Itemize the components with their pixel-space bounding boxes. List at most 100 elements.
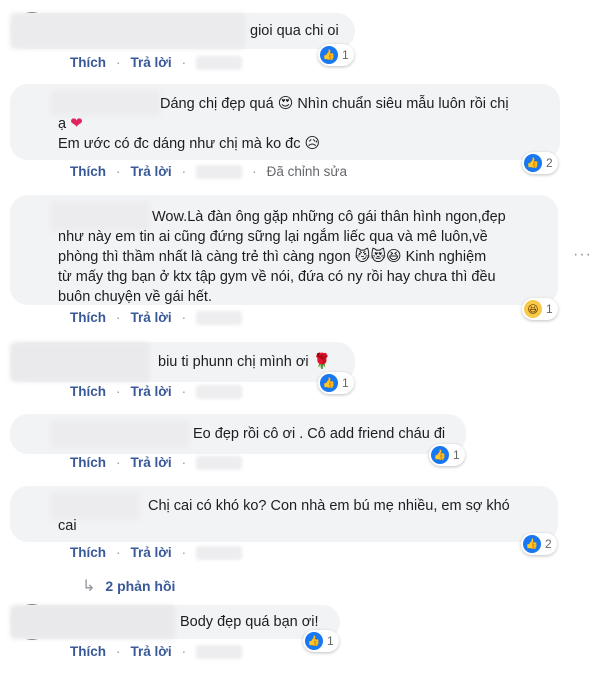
reply-link[interactable]: Trả lời — [131, 455, 172, 470]
comment-text: biu ti phunn chị mình ơi 🌹 — [158, 352, 331, 372]
like-link[interactable]: Thích — [70, 384, 106, 399]
comment-text: phòng thì thầm nhất là càng trẻ thì càng… — [58, 247, 486, 267]
reaction-count: 1 — [453, 448, 460, 462]
reply-link[interactable]: Trả lời — [131, 164, 172, 179]
redacted-name — [50, 90, 160, 116]
redacted-timestamp[interactable] — [196, 310, 243, 325]
comment-text: Body đẹp quá bạn ơi! — [180, 614, 319, 630]
reaction-summary[interactable]: 👍 2 — [521, 533, 557, 555]
comment-bubble: Chị cai có khó ko? Con nhà em bú mẹ nhiề… — [10, 486, 558, 542]
reaction-summary[interactable]: 👍 2 — [522, 152, 558, 174]
separator: · — [116, 164, 121, 179]
reply-link[interactable]: Trả lời — [131, 310, 172, 325]
comment-text: Wow.Là đàn ông gặp những cô gái thân hìn… — [152, 209, 506, 225]
reaction-count: 1 — [546, 302, 553, 316]
separator: · — [181, 644, 187, 659]
laughing-emoji: 😆 — [385, 248, 402, 265]
comment-text-part: biu ti phunn chị mình ơi — [158, 354, 309, 370]
separator: · — [252, 164, 257, 179]
separator: · — [116, 455, 121, 470]
reply-link[interactable]: Trả lời — [131, 545, 172, 560]
reply-link[interactable]: Trả lời — [131, 644, 172, 659]
comment-text-part: Nhìn chuẩn siêu mẫu luôn rồi chị — [297, 96, 509, 112]
like-icon: 👍 — [431, 446, 449, 464]
comment-text-part: phòng thì thầm nhất là càng trẻ thì càng… — [58, 249, 351, 265]
reply-link[interactable]: Trả lời — [131, 55, 172, 70]
separator: · — [181, 545, 187, 560]
cat-emoji: 😼 — [354, 248, 371, 265]
haha-icon: 😆 — [524, 300, 542, 318]
redacted-name — [10, 605, 175, 639]
comment-text: từ mấy thg bạn ở ktx tập gym về nói, đứa… — [58, 269, 496, 285]
like-link[interactable]: Thích — [70, 644, 106, 659]
sad-emoji: 😥 — [304, 135, 321, 152]
comment-text: gioi qua chi oi — [250, 23, 339, 39]
comment-actions: Thích · Trả lời · — [70, 384, 243, 399]
comment-actions: Thích · Trả lời · — [70, 310, 243, 325]
like-icon: 👍 — [320, 46, 338, 64]
redacted-timestamp[interactable] — [196, 164, 243, 179]
comment-actions: Thích · Trả lời · — [70, 545, 243, 560]
comment-text: Dáng chị đẹp quá 😍 Nhìn chuẩn siêu mẫu l… — [160, 94, 509, 114]
like-link[interactable]: Thích — [70, 310, 106, 325]
like-icon: 👍 — [320, 374, 338, 392]
comment-bubble: biu ti phunn chị mình ơi 🌹 — [10, 342, 355, 382]
separator: · — [181, 55, 187, 70]
redacted-timestamp[interactable] — [196, 545, 243, 560]
more-icon[interactable]: ··· — [573, 246, 592, 264]
redacted-name — [10, 342, 150, 382]
edited-label[interactable]: Đã chỉnh sửa — [267, 164, 347, 179]
comment-text: ạ ❤ — [58, 114, 83, 134]
separator: · — [181, 384, 187, 399]
redacted-timestamp[interactable] — [196, 384, 243, 399]
reply-link[interactable]: Trả lời — [131, 384, 172, 399]
comment-text: như này em tin ai cũng đứng sững lại ngắ… — [58, 229, 488, 245]
redacted-timestamp[interactable] — [196, 55, 243, 70]
like-link[interactable]: Thích — [70, 55, 106, 70]
comment-actions: Thích · Trả lời · — [70, 455, 243, 470]
redacted-name — [10, 13, 245, 49]
reaction-count: 1 — [342, 48, 349, 62]
heart-eyes-cat-emoji: 😻 — [370, 248, 386, 265]
reaction-summary[interactable]: 👍 1 — [429, 444, 465, 466]
comment-text: cai — [58, 518, 77, 534]
reaction-summary[interactable]: 😆 1 — [522, 298, 558, 320]
view-replies-link[interactable]: ↳ 2 phản hồi — [82, 576, 175, 596]
like-icon: 👍 — [524, 154, 542, 172]
comment-text-part: Em ước có đc dáng như chị mà ko đc — [58, 136, 301, 152]
comment-text-part: Kinh nghiệm — [405, 249, 487, 265]
redacted-timestamp[interactable] — [196, 644, 243, 659]
separator: · — [181, 164, 187, 179]
comment-text-part: Dáng chị đẹp quá — [160, 96, 274, 112]
comment-text-part: ạ — [58, 116, 67, 132]
reaction-summary[interactable]: 👍 1 — [318, 44, 354, 66]
separator: · — [116, 55, 121, 70]
reply-arrow-icon: ↳ — [82, 578, 96, 595]
comment-actions: Thích · Trả lời · — [70, 644, 243, 659]
comment-text: Eo đẹp rồi cô ơi . Cô add friend cháu đi — [193, 426, 446, 442]
separator: · — [181, 310, 187, 325]
reaction-count: 1 — [327, 634, 334, 648]
comment-actions: Thích · Trả lời · — [70, 55, 243, 70]
heart-eyes-emoji: 😍 — [277, 95, 294, 112]
comment-bubble: Body đẹp quá bạn ơi! — [10, 605, 340, 639]
comment-bubble: gioi qua chi oi — [10, 13, 355, 49]
redacted-timestamp[interactable] — [196, 455, 243, 470]
replies-count-label[interactable]: 2 phản hồi — [105, 578, 175, 594]
reaction-count: 1 — [342, 376, 349, 390]
separator: · — [116, 310, 121, 325]
reaction-summary[interactable]: 👍 1 — [303, 630, 339, 652]
reaction-summary[interactable]: 👍 1 — [318, 372, 354, 394]
comment-text: buôn chuyện về gái hết. — [58, 289, 212, 305]
like-link[interactable]: Thích — [70, 455, 106, 470]
comment-bubble: Eo đẹp rồi cô ơi . Cô add friend cháu đi — [10, 414, 466, 454]
like-link[interactable]: Thích — [70, 164, 106, 179]
redacted-name — [50, 420, 190, 448]
like-link[interactable]: Thích — [70, 545, 106, 560]
reaction-count: 2 — [546, 156, 553, 170]
separator: · — [181, 455, 187, 470]
reaction-count: 2 — [545, 537, 552, 551]
separator: · — [116, 384, 121, 399]
like-icon: 👍 — [523, 535, 541, 553]
comment-actions: Thích · Trả lời · · Đã chỉnh sửa — [70, 164, 347, 179]
